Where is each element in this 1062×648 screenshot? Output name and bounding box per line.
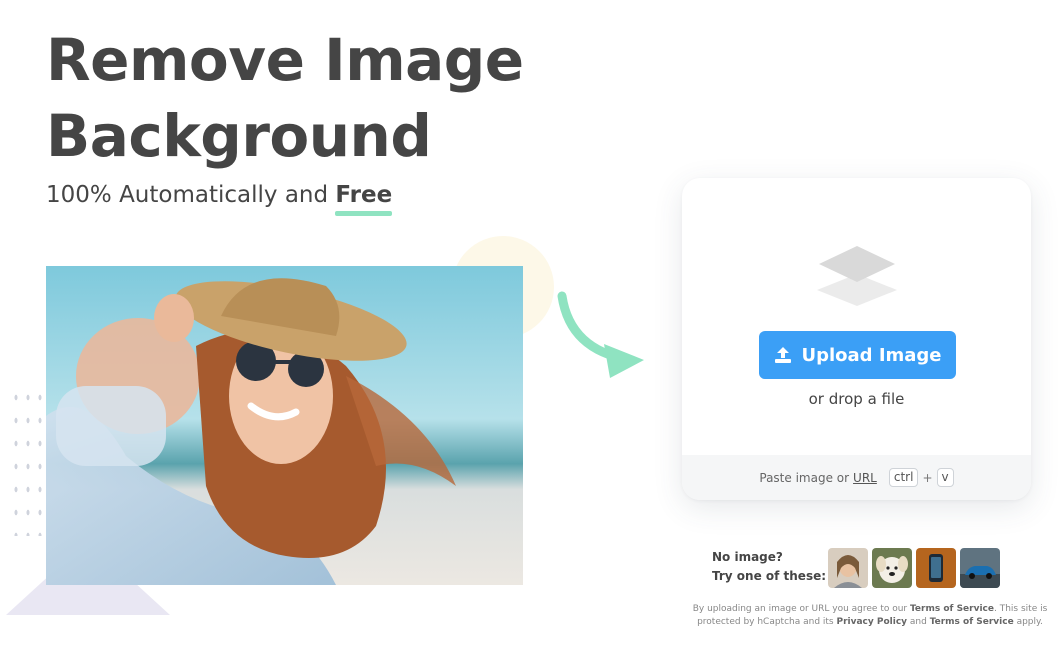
decorative-dots [10,386,42,536]
terms-of-service-link[interactable]: Terms of Service [910,604,994,614]
sample-phone-thumbnail[interactable] [916,548,956,588]
legal-text: apply. [1013,617,1043,627]
page-title: Remove Image Background [46,26,524,170]
no-image-text: No image? [712,550,783,564]
upload-card[interactable]: Upload Image or drop a file Paste image … [682,178,1031,500]
privacy-policy-link[interactable]: Privacy Policy [836,617,907,627]
paste-text: Paste image or [759,470,850,485]
legal-text: and [907,617,930,627]
legal-notice: By uploading an image or URL you agree t… [690,603,1050,629]
legal-text: By uploading an image or URL you agree t… [692,604,910,614]
subtitle-free-highlight: Free [335,182,393,216]
upload-image-button[interactable]: Upload Image [759,331,956,379]
curved-arrow-icon [557,291,644,378]
upload-button-label: Upload Image [801,344,942,366]
v-key: v [936,468,954,487]
terms-of-service-link-2[interactable]: Terms of Service [930,617,1014,627]
sample-woman-thumbnail[interactable] [828,548,868,588]
sample-images-label: No image? Try one of these: [712,548,826,586]
upload-icon [775,347,792,363]
paste-bar: Paste image or URL ctrl + v [682,455,1031,500]
url-link[interactable]: URL [853,471,877,485]
hero-example-photo [46,266,523,585]
ctrl-key: ctrl [888,468,919,487]
sample-thumbnails [828,548,1000,588]
drop-file-text: or drop a file [808,390,905,408]
page-subtitle: 100% Automatically and Free [46,182,393,216]
sample-car-thumbnail[interactable] [960,548,1000,588]
try-these-text: Try one of these: [712,569,827,583]
plus-sign: + [922,470,933,485]
layers-icon [817,246,897,306]
sample-dog-thumbnail[interactable] [872,548,912,588]
subtitle-text: 100% Automatically and [46,182,336,208]
